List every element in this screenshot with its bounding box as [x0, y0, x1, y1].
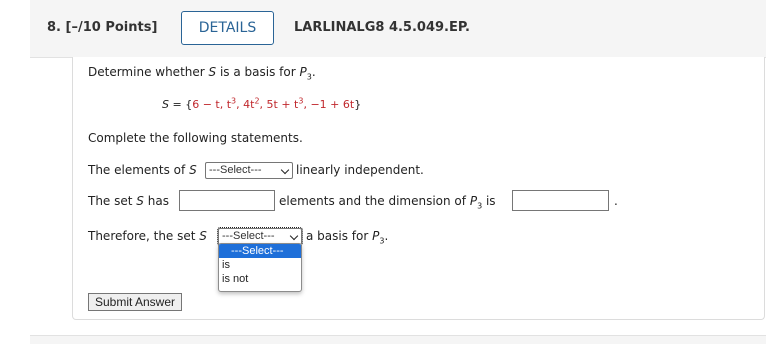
question-code: LARLINALG8 4.5.049.EP.	[294, 20, 470, 35]
statement-1-prefix: The elements of S	[88, 163, 197, 177]
next-question-card	[30, 335, 766, 344]
details-button[interactable]: DETAILS	[181, 11, 274, 45]
statement-2-end: .	[614, 194, 618, 208]
element-count-input[interactable]	[179, 190, 275, 211]
dropdown-option-is-not[interactable]: is not	[219, 272, 301, 286]
independence-select[interactable]: ---Select---	[205, 162, 293, 179]
question-card	[72, 57, 765, 320]
independence-select-value: ---Select---	[209, 164, 262, 176]
dropdown-option-is[interactable]: is	[219, 258, 301, 272]
statement-3-suffix: a basis for P3.	[306, 229, 389, 246]
set-definition: S = {6 − t, t3, 4t2, 5t + t3, −1 + 6t}	[162, 96, 362, 111]
chevron-down-icon	[289, 231, 299, 241]
instructions-text: Complete the following statements.	[88, 131, 303, 145]
dimension-input[interactable]	[512, 190, 609, 211]
submit-answer-button[interactable]: Submit Answer	[88, 293, 182, 311]
basis-dropdown-list: ---Select--- is is not	[218, 243, 302, 292]
statement-1-suffix: linearly independent.	[296, 163, 424, 177]
chevron-down-icon	[280, 165, 290, 175]
basis-select-value: ---Select---	[222, 230, 275, 242]
statement-3-prefix: Therefore, the set S	[88, 229, 207, 243]
statement-2-prefix: The set S has	[88, 194, 169, 208]
dropdown-option-select[interactable]: ---Select---	[219, 244, 301, 258]
prompt-text: Determine whether S is a basis for P3.	[88, 65, 316, 82]
question-header: 8. [–/10 Points] DETAILS LARLINALG8 4.5.…	[30, 0, 766, 58]
statement-2-middle: elements and the dimension of P3 is	[279, 194, 496, 211]
question-number: 8. [–/10 Points]	[47, 20, 158, 35]
